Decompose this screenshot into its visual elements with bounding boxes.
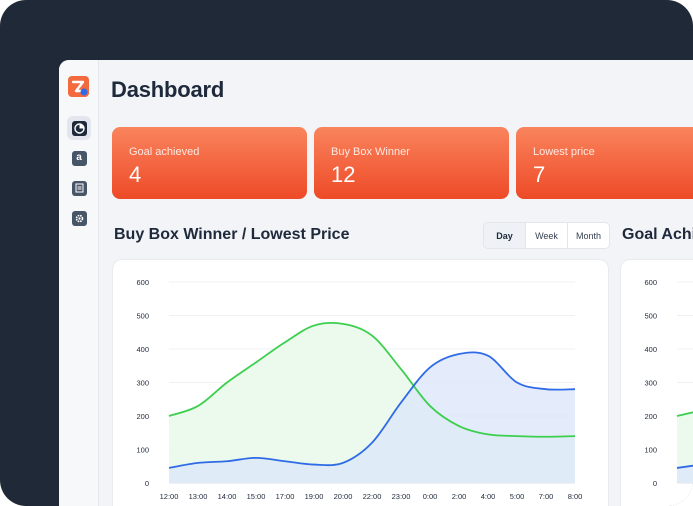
- y-tick-label: 300: [644, 379, 657, 388]
- device-frame: a Dashboard Goal achieved 4 Buy Box Winn…: [0, 0, 693, 506]
- range-tab-day[interactable]: Day: [484, 223, 526, 248]
- y-tick-label: 100: [644, 446, 657, 455]
- x-tick-label: 2:00: [452, 492, 467, 501]
- amazon-icon-glyph: a: [76, 152, 82, 163]
- goal-chart-card: 600 500 400 300 200 100 0: [620, 259, 693, 506]
- y-tick-label: 400: [644, 345, 657, 354]
- x-tick-label: 14:00: [218, 492, 237, 501]
- kpi-value: 4: [129, 162, 142, 187]
- y-tick-label: 500: [644, 312, 657, 321]
- x-tick-label: 5:00: [510, 492, 525, 501]
- pie-chart-icon: [71, 120, 87, 136]
- y-tick-label: 200: [136, 412, 149, 421]
- sidebar: a: [59, 60, 99, 506]
- x-tick-label: 0:00: [423, 492, 438, 501]
- y-tick-label: 300: [136, 379, 149, 388]
- amazon-icon: a: [71, 150, 87, 166]
- y-tick-label: 200: [644, 412, 657, 421]
- sidebar-item-dashboard[interactable]: [67, 116, 91, 140]
- goal-chart: 600 500 400 300 200 100 0: [644, 278, 693, 488]
- y-tick-label: 600: [136, 278, 149, 287]
- y-tick-label: 100: [136, 446, 149, 455]
- kpi-label: Buy Box Winner: [331, 146, 410, 158]
- range-tab-week[interactable]: Week: [526, 223, 568, 248]
- sidebar-item-amazon[interactable]: a: [67, 146, 91, 170]
- x-tick-label: 15:00: [247, 492, 266, 501]
- x-tick-label: 7:00: [539, 492, 554, 501]
- kpi-label: Lowest price: [533, 146, 595, 158]
- x-tick-label: 22:00: [363, 492, 382, 501]
- x-tick-label: 19:00: [305, 492, 324, 501]
- y-tick-label: 0: [653, 479, 657, 488]
- range-toggle: Day Week Month: [483, 222, 610, 249]
- y-tick-label: 400: [136, 345, 149, 354]
- x-tick-label: 17:00: [276, 492, 295, 501]
- buybox-chart-title: Buy Box Winner / Lowest Price: [114, 226, 350, 243]
- range-tab-month[interactable]: Month: [568, 223, 609, 248]
- sidebar-item-reports[interactable]: [67, 176, 91, 200]
- x-tick-label: 4:00: [481, 492, 496, 501]
- kpi-value: 7: [533, 162, 546, 187]
- x-tick-label: 13:00: [189, 492, 208, 501]
- buybox-chart: 600 500 400 300 200 100 0 12:00 13:00 14:00 15:00 1…: [136, 278, 583, 501]
- y-tick-label: 500: [136, 312, 149, 321]
- page-title: Dashboard: [111, 77, 225, 102]
- kpi-card-buy-box-winner[interactable]: Buy Box Winner 12: [314, 127, 509, 199]
- gear-icon: [71, 210, 87, 226]
- y-tick-label: 0: [145, 479, 149, 488]
- buybox-chart-card: 600 500 400 300 200 100 0 12:00 13:00 14:00 15:00 1…: [112, 259, 609, 506]
- y-tick-label: 600: [644, 278, 657, 287]
- goal-chart-title: Goal Achi: [622, 226, 693, 243]
- brand-logo: [68, 76, 89, 97]
- x-tick-label: 20:00: [334, 492, 353, 501]
- x-tick-label: 23:00: [392, 492, 411, 501]
- kpi-value: 12: [331, 162, 356, 187]
- kpi-label: Goal achieved: [129, 146, 200, 158]
- kpi-card-lowest-price[interactable]: Lowest price 7: [516, 127, 693, 199]
- x-tick-label: 12:00: [160, 492, 179, 501]
- document-icon: [71, 180, 87, 196]
- x-tick-label: 8:00: [568, 492, 583, 501]
- sidebar-item-settings[interactable]: [67, 206, 91, 230]
- kpi-card-goal-achieved[interactable]: Goal achieved 4: [112, 127, 307, 199]
- app-window: a Dashboard Goal achieved 4 Buy Box Winn…: [59, 60, 693, 506]
